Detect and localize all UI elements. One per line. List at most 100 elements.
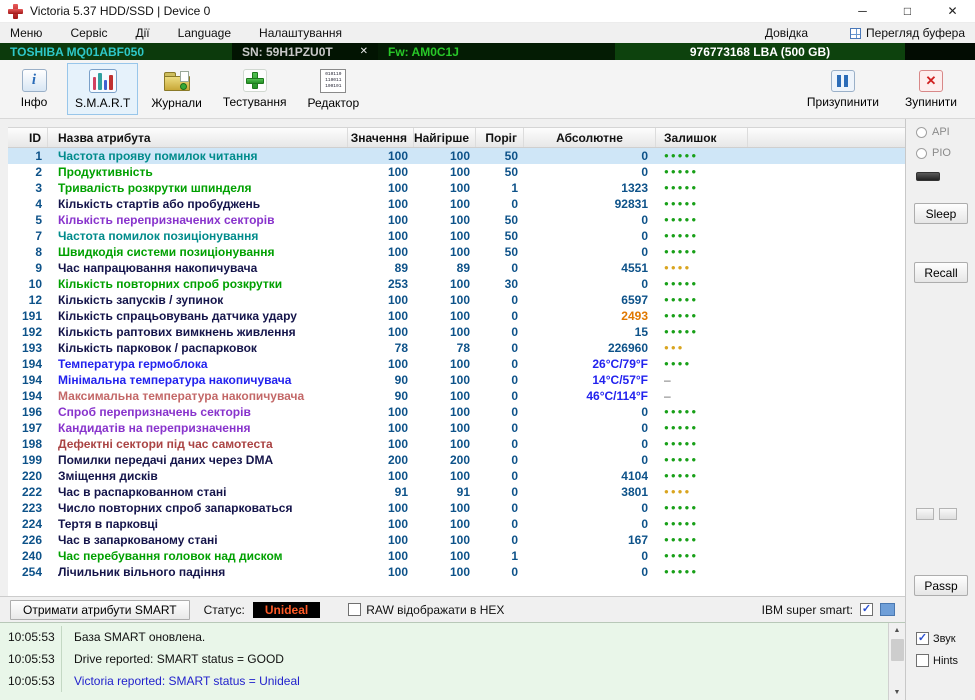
scrollbar-thumb[interactable] bbox=[890, 639, 904, 661]
header-raw[interactable]: Абсолютне bbox=[524, 128, 656, 147]
device-bar-spacer bbox=[538, 43, 615, 60]
attr-value: 78 bbox=[394, 341, 408, 355]
ibm-indicator-button[interactable] bbox=[880, 603, 895, 616]
attr-threshold: 0 bbox=[511, 309, 518, 323]
table-row[interactable]: 10 Кількість повторних спроб розкрутки 253… bbox=[8, 276, 905, 292]
sound-checkbox[interactable]: ✓ Звук bbox=[916, 632, 956, 645]
attr-value: 100 bbox=[387, 421, 408, 435]
attr-name: Швидкодія системи позиціонування bbox=[58, 245, 275, 259]
table-row[interactable]: 1 Частота прояву помилок читання 100 100 50 0… bbox=[8, 148, 905, 164]
table-row[interactable]: 7 Частота помилок позиціонування 100 100 50 0… bbox=[8, 228, 905, 244]
window-title: Victoria 5.37 HDD/SSD | Device 0 bbox=[30, 4, 211, 18]
log-line: 10:05:53 База SMART оновлена. bbox=[0, 626, 888, 648]
table-row[interactable]: 193 Кількість парковок / распарковок 78 78 0… bbox=[8, 340, 905, 356]
attr-name: Зміщення дисків bbox=[58, 469, 158, 483]
testing-button[interactable]: Тестування bbox=[215, 63, 295, 115]
menu-item-actions[interactable]: Дії bbox=[122, 26, 164, 40]
editor-button[interactable]: 010110 110011 100101 Редактор bbox=[299, 63, 367, 115]
attr-raw: 1323 bbox=[621, 181, 648, 195]
table-row[interactable]: 194 Температура гермоблока 100 100 0 26°C/79°… bbox=[8, 356, 905, 372]
api-radio[interactable]: API bbox=[916, 126, 950, 138]
log-message: Victoria reported: SMART status = Unidea… bbox=[74, 674, 300, 688]
attr-raw: 6597 bbox=[621, 293, 648, 307]
table-row[interactable]: 9 Час напрацювання накопичувача 89 89 0 4551 ●… bbox=[8, 260, 905, 276]
header-value[interactable]: Значення bbox=[348, 128, 414, 147]
menu-item-settings[interactable]: Налаштування bbox=[245, 26, 356, 40]
table-row[interactable]: 198 Дефектні сектори під час самотеста 100… bbox=[8, 436, 905, 452]
table-row[interactable]: 224 Тертя в парковці 100 100 0 0 ●●●●● bbox=[8, 516, 905, 532]
passp-button[interactable]: Passp bbox=[914, 575, 968, 596]
mini-button-left[interactable] bbox=[916, 508, 934, 520]
pio-radio[interactable]: PIO bbox=[916, 147, 951, 159]
attr-worst: 100 bbox=[449, 293, 470, 307]
scroll-down-icon[interactable]: ▼ bbox=[889, 685, 905, 700]
table-row[interactable]: 194 Мінімальна температура накопичувача 90… bbox=[8, 372, 905, 388]
attr-worst: 100 bbox=[449, 357, 470, 371]
table-row[interactable]: 3 Тривалість розкрутки шпинделя 100 100 1 132… bbox=[8, 180, 905, 196]
table-row[interactable]: 199 Помилки передачі даних через DMA 200 20… bbox=[8, 452, 905, 468]
mini-button-right[interactable] bbox=[939, 508, 957, 520]
table-row[interactable]: 220 Зміщення дисків 100 100 0 4104 ●●●●● bbox=[8, 468, 905, 484]
health-dots: ●●●●● bbox=[664, 327, 699, 336]
sleep-button[interactable]: Sleep bbox=[914, 203, 968, 224]
minimize-icon[interactable]: ─ bbox=[840, 0, 885, 22]
info-button[interactable]: i Інфо bbox=[6, 63, 62, 115]
menu-item-language[interactable]: Language bbox=[164, 26, 245, 40]
pause-button[interactable]: Призупинити bbox=[799, 63, 887, 115]
header-worst[interactable]: Найгірше bbox=[414, 128, 476, 147]
table-row[interactable]: 223 Число повторних спроб запарковаться 10… bbox=[8, 500, 905, 516]
device-model[interactable]: TOSHIBA MQ01ABF050 bbox=[0, 43, 232, 60]
main-left-column: ID Назва атрибута Значення Найгірше Порі… bbox=[0, 119, 905, 700]
serial-close-icon[interactable]: ✕ bbox=[360, 46, 368, 57]
attr-id: 254 bbox=[21, 565, 42, 579]
table-row[interactable]: 2 Продуктивність 100 100 50 0 ●●●●● bbox=[8, 164, 905, 180]
attr-worst: 100 bbox=[449, 213, 470, 227]
maximize-icon[interactable]: □ bbox=[885, 0, 930, 22]
table-row[interactable]: 197 Кандидатів на перепризначення 100 100 0 0… bbox=[8, 420, 905, 436]
table-row[interactable]: 12 Кількість запусків / зупинок 100 100 0 659… bbox=[8, 292, 905, 308]
recall-button[interactable]: Recall bbox=[914, 262, 968, 283]
attr-threshold: 0 bbox=[511, 565, 518, 579]
close-icon[interactable]: ✕ bbox=[930, 0, 975, 22]
attr-raw: 0 bbox=[641, 453, 648, 467]
buffer-view-button[interactable]: Перегляд буфера bbox=[850, 26, 965, 40]
scroll-up-icon[interactable]: ▲ bbox=[889, 623, 905, 638]
table-row[interactable]: 240 Час перебування головок над диском 100… bbox=[8, 548, 905, 564]
attr-raw: 15 bbox=[634, 325, 648, 339]
health-dots: ●●●●● bbox=[664, 279, 699, 288]
get-smart-button[interactable]: Отримати атрибути SMART bbox=[10, 599, 190, 620]
menu-item-help[interactable]: Довідка bbox=[755, 26, 822, 40]
attr-threshold: 0 bbox=[511, 197, 518, 211]
table-row[interactable]: 8 Швидкодія системи позиціонування 100 100 5… bbox=[8, 244, 905, 260]
smart-button[interactable]: S.M.A.R.T bbox=[67, 63, 139, 115]
menu-item-service[interactable]: Сервіс bbox=[56, 26, 121, 40]
scrollbar-track[interactable] bbox=[890, 638, 904, 685]
table-row[interactable]: 254 Лічильник вільного падіння 100 100 0 0 ●●●… bbox=[8, 564, 905, 580]
attr-value: 100 bbox=[387, 245, 408, 259]
header-threshold[interactable]: Поріг bbox=[476, 128, 524, 147]
table-row[interactable]: 196 Спроб перепризначень секторів 100 100 0 0… bbox=[8, 404, 905, 420]
health-dots: ●●●●● bbox=[664, 183, 699, 192]
raw-hex-checkbox[interactable]: RAW відображати в HEX bbox=[348, 603, 504, 617]
attr-raw: 4104 bbox=[621, 469, 648, 483]
journals-button[interactable]: Журнали bbox=[143, 63, 210, 115]
table-row[interactable]: 226 Час в запаркованому стані 100 100 0 167 ●●… bbox=[8, 532, 905, 548]
header-name[interactable]: Назва атрибута bbox=[48, 128, 348, 147]
table-row[interactable]: 194 Максимальна температура накопичувача 9… bbox=[8, 388, 905, 404]
attr-value: 91 bbox=[394, 485, 408, 499]
ibm-smart-checkbox[interactable]: ✓ bbox=[860, 603, 873, 616]
header-id[interactable]: ID bbox=[8, 128, 48, 147]
journals-button-label: Журнали bbox=[151, 95, 202, 110]
header-remain[interactable]: Залишок bbox=[656, 128, 748, 147]
health-dots: ●●●● bbox=[664, 263, 692, 272]
table-row[interactable]: 192 Кількість раптових вимкнень живлення 1… bbox=[8, 324, 905, 340]
table-row[interactable]: 5 Кількість перепризначених секторів 100 10… bbox=[8, 212, 905, 228]
attr-value: 100 bbox=[387, 229, 408, 243]
log-scrollbar[interactable]: ▲ ▼ bbox=[888, 623, 905, 700]
table-row[interactable]: 222 Час в распаркованном стані 91 91 0 3801 ●●… bbox=[8, 484, 905, 500]
hints-checkbox[interactable]: Hints bbox=[916, 654, 958, 667]
menu-item-menu[interactable]: Меню bbox=[0, 26, 56, 40]
stop-button[interactable]: ✕ Зупинити bbox=[897, 63, 965, 115]
table-row[interactable]: 4 Кількість стартів або пробуджень 100 100 0… bbox=[8, 196, 905, 212]
table-row[interactable]: 191 Кількість спрацьовувань датчика удару… bbox=[8, 308, 905, 324]
